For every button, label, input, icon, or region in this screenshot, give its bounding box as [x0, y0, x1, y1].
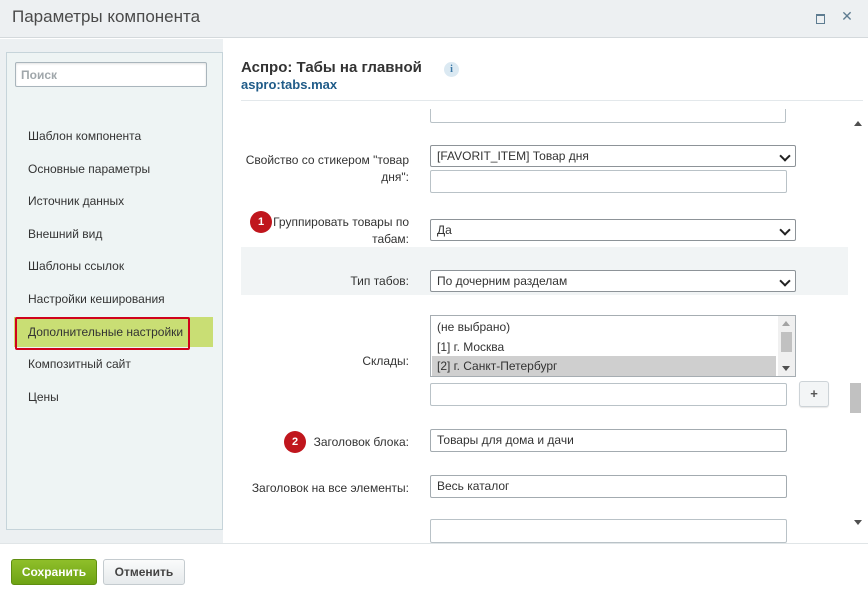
- save-button[interactable]: Сохранить: [11, 559, 97, 585]
- sidebar-item-main-params[interactable]: Основные параметры: [7, 154, 222, 184]
- chevron-down-icon: [779, 275, 791, 287]
- add-store-button[interactable]: +: [799, 381, 829, 407]
- text-field-partial-bottom[interactable]: [430, 519, 787, 543]
- sidebar-item-template[interactable]: Шаблон компонента: [7, 121, 222, 151]
- cancel-button[interactable]: Отменить: [103, 559, 185, 585]
- scroll-up-icon[interactable]: [854, 121, 862, 126]
- sidebar: Шаблон компонента Основные параметры Ист…: [6, 52, 223, 530]
- scroll-thumb[interactable]: [781, 332, 792, 352]
- block-title-label: Заголовок блока:: [313, 435, 409, 449]
- window-title: Параметры компонента: [12, 7, 201, 26]
- sidebar-item-additional[interactable]: Дополнительные настройки: [14, 317, 213, 347]
- sticker-property-value: [FAVORIT_ITEM] Товар дня: [437, 149, 589, 163]
- scroll-down-icon[interactable]: [782, 366, 790, 371]
- scroll-up-icon[interactable]: [782, 321, 790, 326]
- sticker-property-input[interactable]: [430, 170, 787, 193]
- stores-listbox[interactable]: (не выбрано) [1] г. Москва [2] г. Санкт-…: [430, 315, 796, 377]
- group-by-tabs-label: Группировать товары по табам:: [273, 215, 409, 246]
- list-item-selected[interactable]: [2] г. Санкт-Петербург: [432, 356, 776, 376]
- form-scrollbar[interactable]: [848, 109, 868, 527]
- list-item[interactable]: [1] г. Москва: [432, 337, 776, 357]
- tab-type-value: По дочерним разделам: [437, 274, 568, 288]
- scroll-down-icon[interactable]: [854, 520, 862, 525]
- component-code: aspro:tabs.max: [241, 77, 338, 92]
- group-by-tabs-select[interactable]: Да: [430, 219, 796, 241]
- sidebar-item-appearance[interactable]: Внешний вид: [7, 219, 222, 249]
- sticker-property-select[interactable]: [FAVORIT_ITEM] Товар дня: [430, 145, 796, 167]
- chevron-down-icon: [779, 150, 791, 162]
- sticker-property-label: Свойство со стикером "товар дня":: [245, 153, 409, 184]
- title-divider: [241, 100, 863, 101]
- listbox-scrollbar[interactable]: [778, 316, 795, 376]
- block-title-input[interactable]: Товары для дома и дачи: [430, 429, 787, 452]
- tab-type-label: Тип табов:: [350, 274, 409, 288]
- settings-form: Свойство со стикером "товар дня": [FAVOR…: [241, 109, 848, 543]
- stores-extra-input[interactable]: [430, 383, 787, 406]
- step-badge-1: 1: [250, 211, 272, 233]
- sidebar-item-data-source[interactable]: Источник данных: [7, 186, 222, 216]
- main-panel: Аспро: Табы на главной i aspro:tabs.max …: [223, 39, 868, 543]
- search-input[interactable]: [16, 63, 206, 86]
- window-titlebar: Параметры компонента ✕: [0, 0, 868, 38]
- tab-type-select[interactable]: По дочерним разделам: [430, 270, 796, 292]
- sidebar-item-composite[interactable]: Композитный сайт: [7, 349, 222, 379]
- list-item[interactable]: (не выбрано): [432, 317, 776, 337]
- sidebar-item-link-templates[interactable]: Шаблоны ссылок: [7, 251, 222, 281]
- dialog-footer: Сохранить Отменить: [0, 543, 868, 593]
- stores-label: Склады:: [362, 354, 409, 368]
- chevron-down-icon: [779, 224, 791, 236]
- sidebar-item-prices[interactable]: Цены: [7, 382, 222, 412]
- close-icon[interactable]: ✕: [841, 9, 853, 23]
- group-by-tabs-value: Да: [437, 223, 452, 237]
- all-elements-title-label: Заголовок на все элементы:: [251, 481, 409, 495]
- scroll-thumb[interactable]: [850, 383, 861, 413]
- info-icon[interactable]: i: [444, 62, 459, 77]
- sidebar-item-caching[interactable]: Настройки кеширования: [7, 284, 222, 314]
- sidebar-search: [15, 62, 207, 87]
- all-elements-title-input[interactable]: Весь каталог: [430, 475, 787, 498]
- dialog-body: Шаблон компонента Основные параметры Ист…: [0, 39, 868, 543]
- component-title: Аспро: Табы на главной: [241, 59, 422, 76]
- text-field-partial[interactable]: [430, 109, 786, 123]
- maximize-icon[interactable]: [814, 12, 826, 24]
